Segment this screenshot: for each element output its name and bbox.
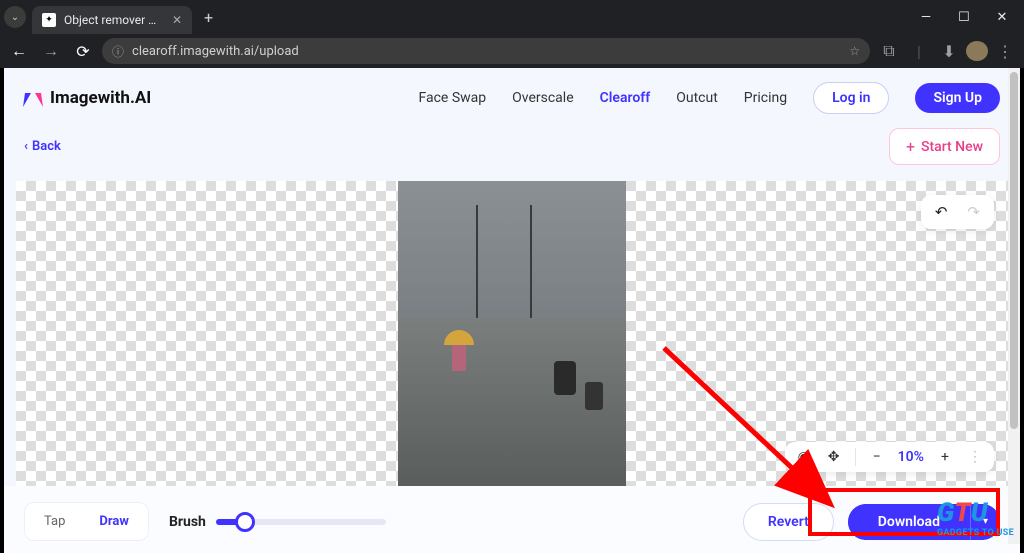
tool-mode-group: Tap Draw xyxy=(24,502,149,541)
zoom-out-button[interactable]: − xyxy=(868,449,886,465)
brush-label: Brush xyxy=(169,514,206,530)
move-icon[interactable]: ✥ xyxy=(825,449,843,465)
brush-size-slider[interactable] xyxy=(216,519,386,525)
tool-draw[interactable]: Draw xyxy=(85,508,143,535)
chevron-left-icon: ‹ xyxy=(24,139,28,154)
undo-button[interactable]: ↶ xyxy=(935,203,948,221)
nav-overscale[interactable]: Overscale xyxy=(512,90,574,106)
address-bar[interactable]: ⓘ clearoff.imagewith.ai/upload ☆ xyxy=(102,38,870,64)
signup-button[interactable]: Sign Up xyxy=(915,83,1000,113)
back-link[interactable]: ‹ Back xyxy=(24,139,61,154)
divider xyxy=(855,448,856,466)
page-scrollbar[interactable] xyxy=(1008,68,1020,544)
plus-icon: + xyxy=(906,137,915,156)
url-text: clearoff.imagewith.ai/upload xyxy=(132,44,841,59)
revert-button[interactable]: Revert xyxy=(743,503,834,541)
close-window-button[interactable]: ✕ xyxy=(994,10,1010,25)
brand-name: Imagewith.AI xyxy=(50,88,151,108)
minimize-button[interactable]: — xyxy=(918,10,934,25)
undo-redo-panel: ↶ ↷ xyxy=(921,195,994,229)
redo-button[interactable]: ↷ xyxy=(967,203,980,221)
tool-tap[interactable]: Tap xyxy=(30,508,79,535)
zoom-value: 10% xyxy=(898,449,924,465)
extensions-icon[interactable]: ⧉ xyxy=(876,38,902,64)
downloads-icon[interactable]: ⬇ xyxy=(936,38,962,64)
watermark: GTU GADGETS TO USE xyxy=(937,498,1014,538)
nav-forward-button[interactable]: → xyxy=(38,38,64,64)
login-button[interactable]: Log in xyxy=(813,82,889,114)
brand-logo[interactable]: Imagewith.AI xyxy=(24,88,151,108)
browser-tab[interactable]: ✦ Object remover AI - Remove ob ✕ xyxy=(32,6,192,34)
maximize-button[interactable]: ☐ xyxy=(956,10,972,25)
nav-clearoff[interactable]: Clearoff xyxy=(600,90,651,106)
more-options-icon[interactable]: ⋮ xyxy=(966,449,984,465)
compare-icon[interactable]: ◉ xyxy=(795,449,813,465)
tab-title: Object remover AI - Remove ob xyxy=(64,13,164,27)
menu-icon[interactable]: ⋮ xyxy=(992,38,1018,64)
divider: | xyxy=(906,38,932,64)
logo-mark-icon xyxy=(24,89,42,107)
start-new-label: Start New xyxy=(921,139,983,155)
tab-close-icon[interactable]: ✕ xyxy=(172,13,182,27)
site-info-icon[interactable]: ⓘ xyxy=(112,43,124,60)
slider-thumb[interactable] xyxy=(235,512,255,532)
tab-favicon: ✦ xyxy=(42,13,56,27)
window-controls: — ☐ ✕ xyxy=(918,10,1024,25)
working-image[interactable] xyxy=(398,181,626,486)
nav-pricing[interactable]: Pricing xyxy=(744,90,787,106)
nav-reload-button[interactable]: ⟳ xyxy=(70,38,96,64)
tab-strip: ⌄ ✦ Object remover AI - Remove ob ✕ + — … xyxy=(0,0,1024,34)
back-label: Back xyxy=(32,139,61,154)
nav-outcut[interactable]: Outcut xyxy=(676,90,718,106)
nav-back-button[interactable]: ← xyxy=(6,38,32,64)
editor-canvas[interactable]: ↶ ↷ ◉ ✥ − 10% + ⋮ xyxy=(16,181,1008,486)
new-tab-button[interactable]: + xyxy=(204,8,213,27)
tab-search-button[interactable]: ⌄ xyxy=(4,6,26,28)
watermark-text: GADGETS TO USE xyxy=(937,528,1014,538)
profile-icon[interactable] xyxy=(966,41,988,61)
start-new-button[interactable]: + Start New xyxy=(889,128,1000,165)
nav-face-swap[interactable]: Face Swap xyxy=(418,90,486,106)
scrollbar-thumb[interactable] xyxy=(1010,72,1018,429)
bookmark-icon[interactable]: ☆ xyxy=(849,44,860,58)
zoom-in-button[interactable]: + xyxy=(936,449,954,465)
view-controls-panel: ◉ ✥ − 10% + ⋮ xyxy=(785,442,994,472)
